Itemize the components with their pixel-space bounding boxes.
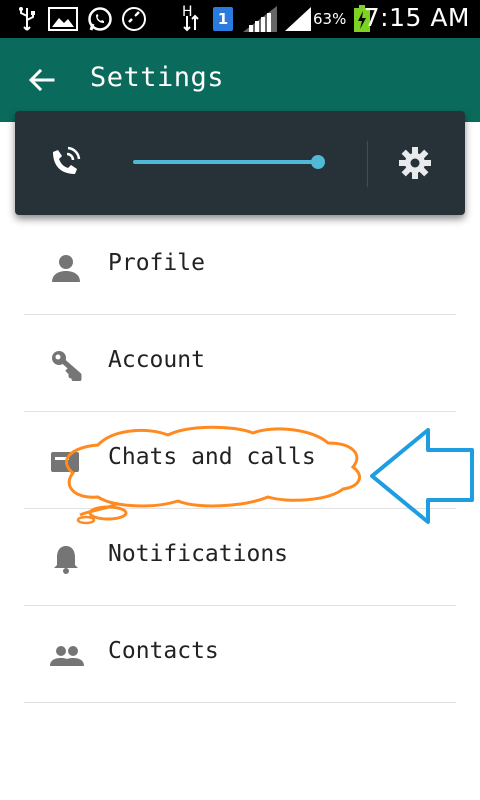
pointer-arrow (370, 428, 474, 524)
battery-percent: 63% (313, 10, 347, 28)
phone-call-icon (120, 6, 148, 32)
page-title: Settings (90, 62, 225, 93)
settings-item-label: Contacts (108, 638, 219, 664)
settings-item-label: Account (108, 347, 205, 373)
back-button[interactable] (22, 60, 62, 100)
usb-icon (14, 6, 40, 32)
bell-icon (50, 543, 82, 575)
volume-panel (15, 111, 465, 215)
phone-volume-icon (47, 144, 83, 180)
image-icon (46, 6, 80, 32)
settings-item-label: Notifications (108, 541, 289, 567)
annotation-cloud (65, 425, 361, 525)
app-bar: Settings (0, 38, 480, 122)
settings-item-contacts[interactable]: Contacts (24, 606, 456, 703)
whatsapp-icon (86, 6, 114, 32)
settings-item-account[interactable]: Account (24, 315, 456, 412)
volume-slider-track[interactable] (133, 160, 321, 164)
group-icon (50, 640, 84, 672)
sim-icon: 1 (212, 6, 234, 32)
signal-icon (240, 6, 280, 32)
volume-slider-thumb[interactable] (311, 155, 325, 169)
arrow-back-icon (29, 69, 55, 91)
data-transfer-icon: H (178, 4, 204, 32)
status-bar: H 1 63% 7:15 AM (0, 0, 480, 38)
person-icon (50, 252, 82, 284)
divider (367, 141, 368, 187)
settings-item-profile[interactable]: Profile (24, 218, 456, 315)
gear-icon[interactable] (397, 145, 433, 181)
clock: 7:15 AM (363, 3, 470, 32)
settings-item-label: Profile (108, 250, 205, 276)
key-icon (50, 349, 82, 382)
signal-icon (282, 6, 314, 32)
